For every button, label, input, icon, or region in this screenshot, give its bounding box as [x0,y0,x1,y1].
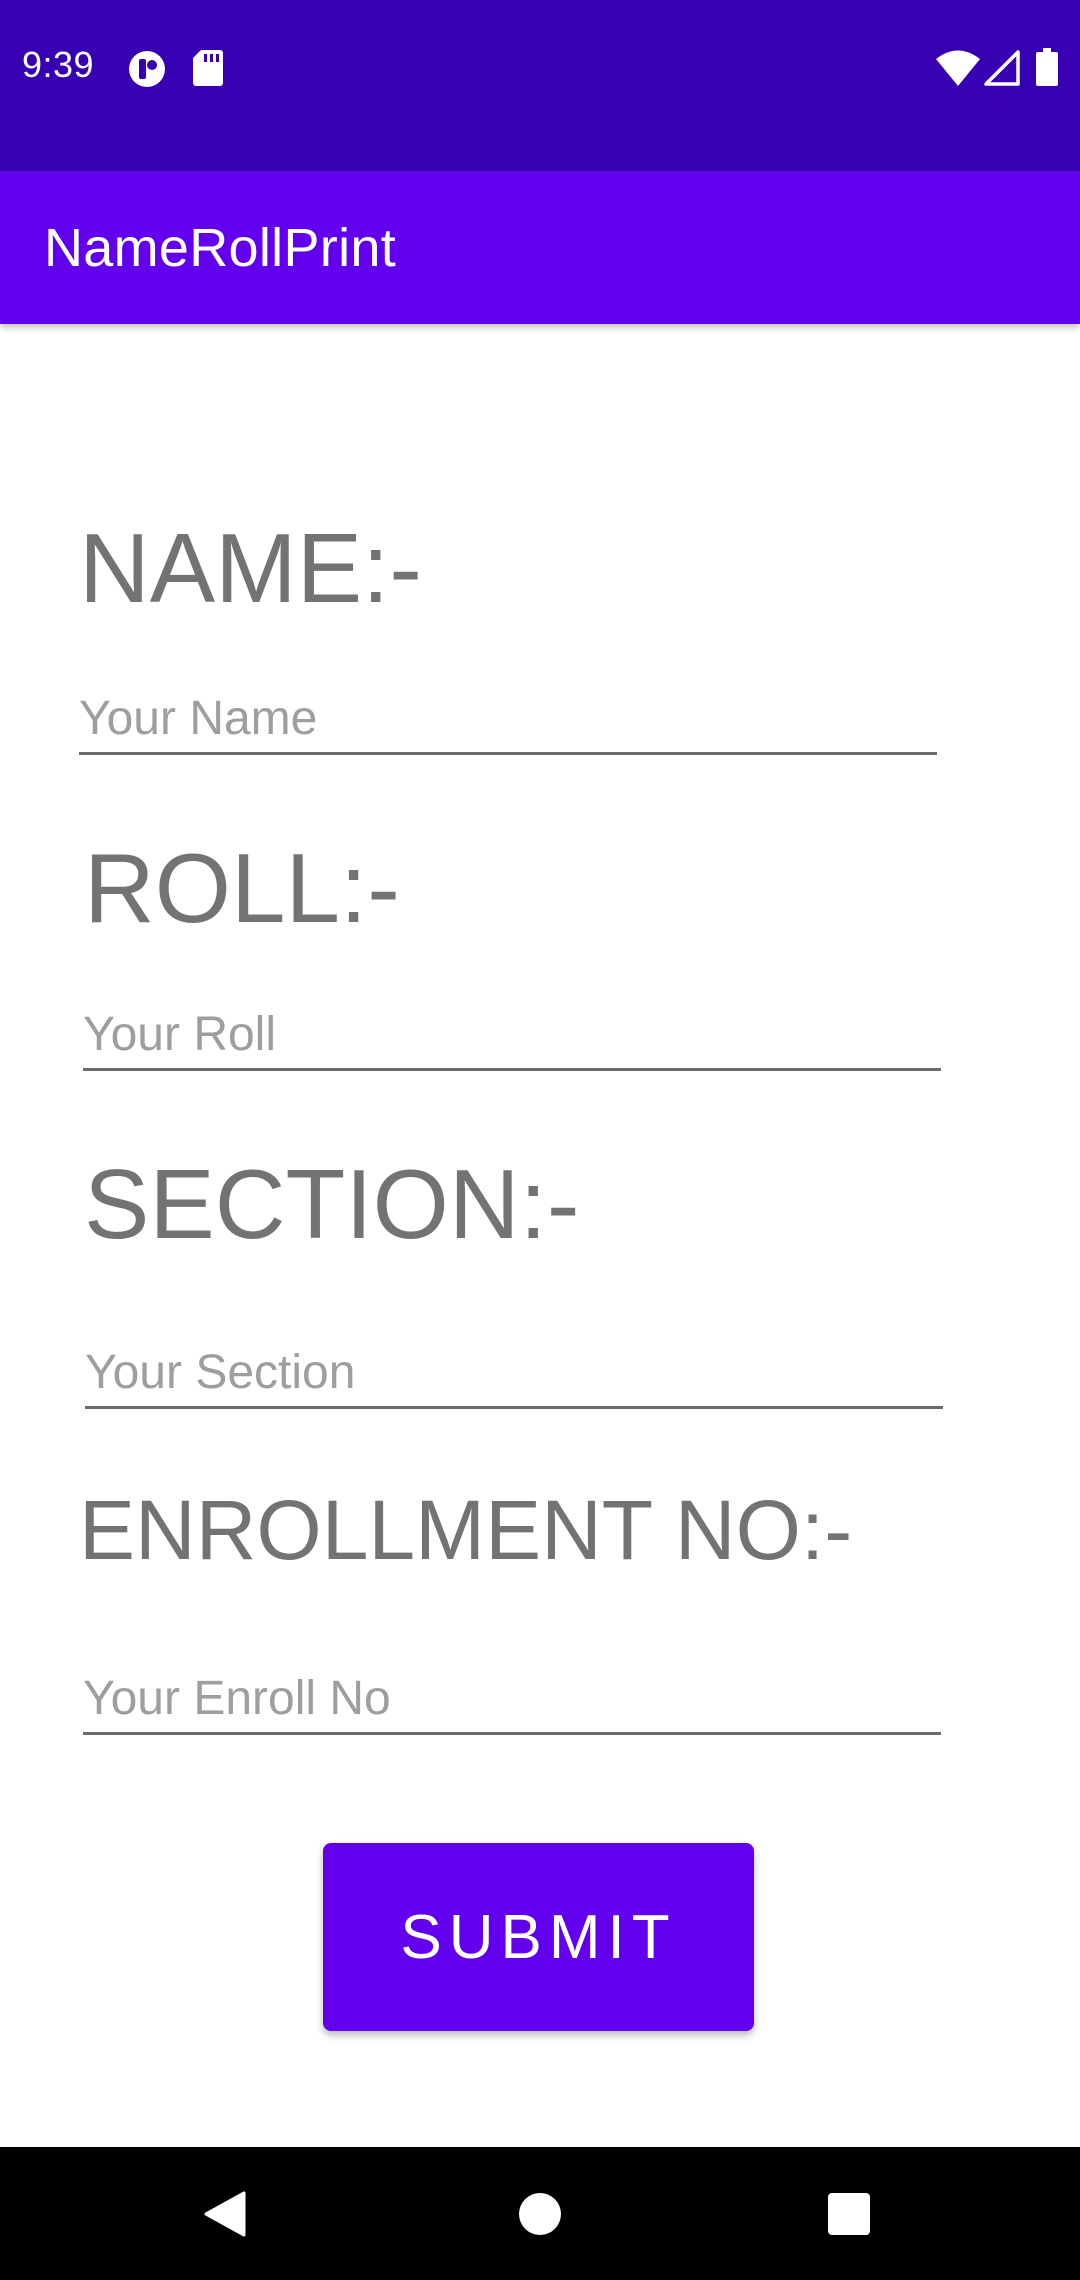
battery-icon [1036,48,1058,86]
name-label: NAME:- [79,513,422,623]
status-bar: 9:39 [0,0,1080,171]
status-time: 9:39 [22,44,95,85]
roll-label: ROLL:- [84,833,400,943]
sd-card-icon [193,50,223,86]
home-icon[interactable] [518,2192,562,2236]
cell-signal-icon [984,50,1020,86]
notification-icon [129,51,165,87]
enrollment-label: ENROLLMENT NO:- [79,1483,853,1577]
wifi-icon [936,50,980,86]
recents-icon[interactable] [828,2193,870,2235]
navigation-bar [0,2147,1080,2280]
section-input[interactable] [85,1339,943,1409]
app-title: NameRollPrint [44,218,396,278]
roll-input[interactable] [83,1001,941,1071]
enrollment-input[interactable] [83,1665,941,1735]
app-bar: NameRollPrint [0,171,1080,324]
submit-button[interactable]: SUBMIT [323,1843,754,2031]
screen: 9:39 NameRollPrint NAME:- ROLL:- [0,0,1080,2280]
back-icon[interactable] [204,2191,246,2237]
section-label: SECTION:- [84,1149,580,1259]
name-input[interactable] [79,685,937,755]
